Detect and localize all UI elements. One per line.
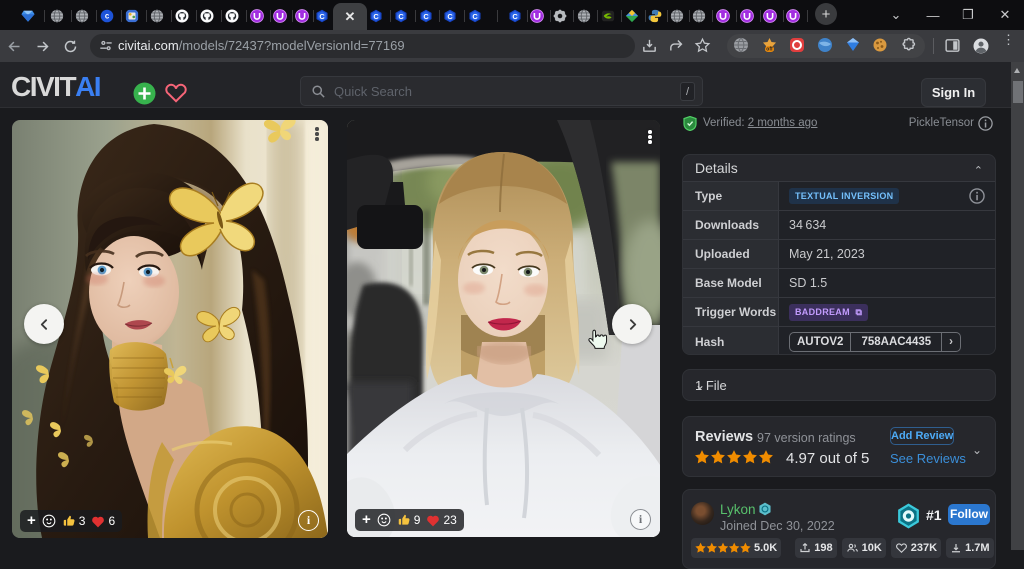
- svg-text:off: off: [766, 47, 773, 53]
